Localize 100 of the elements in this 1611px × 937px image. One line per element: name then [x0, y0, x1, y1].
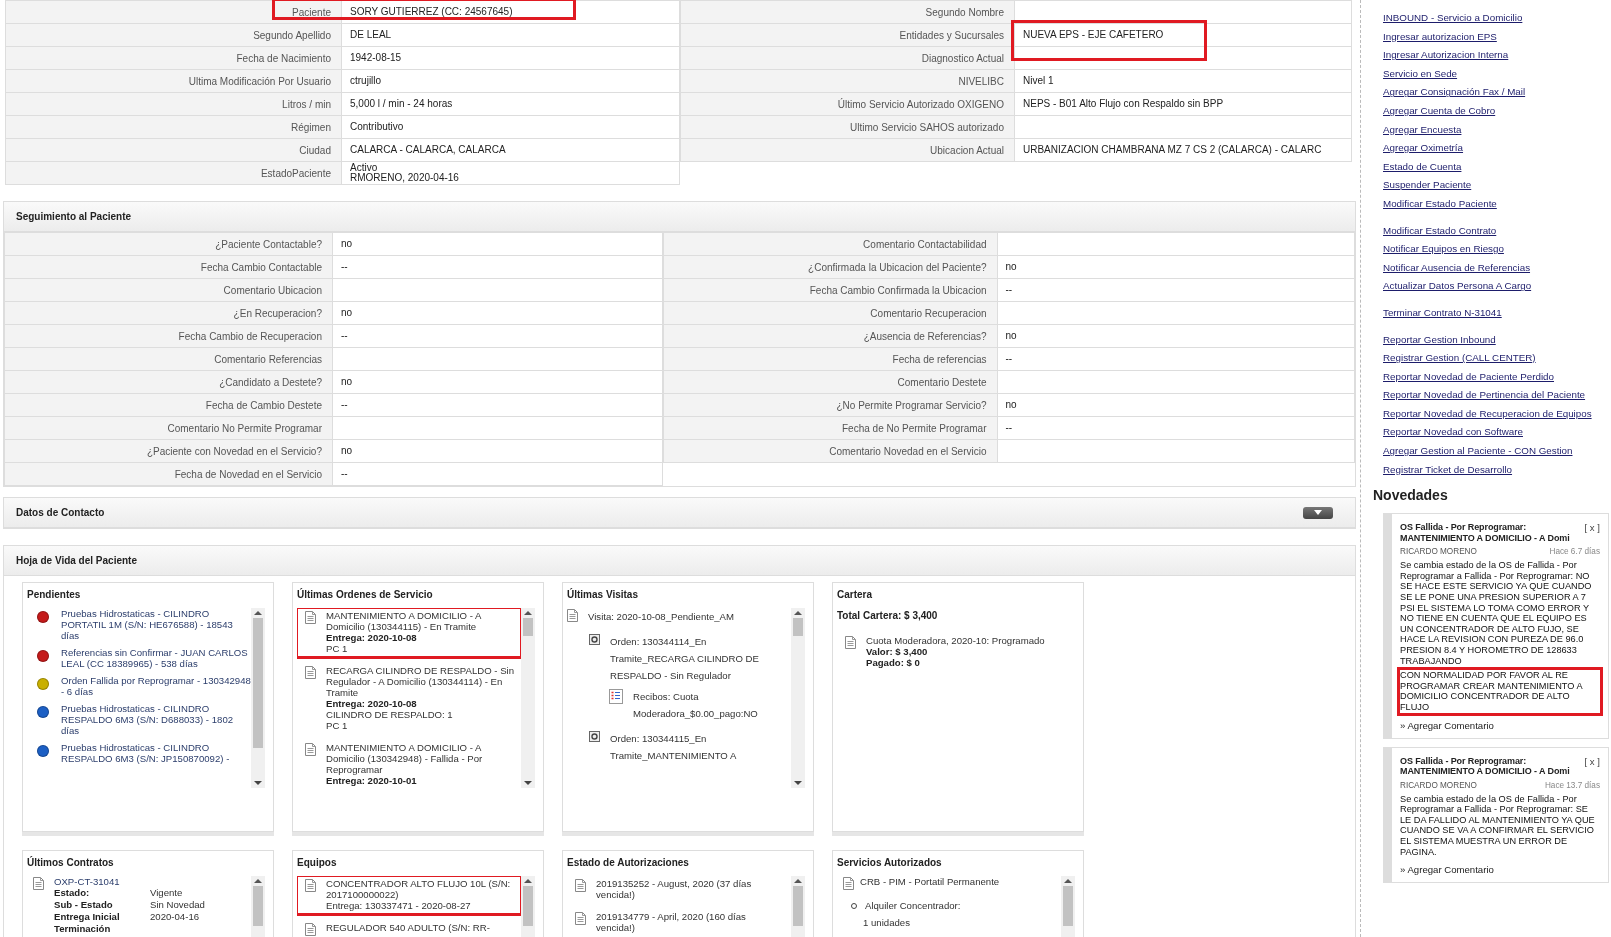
action-link[interactable]: INBOUND - Servicio a Domicilio — [1383, 9, 1523, 28]
item-text[interactable]: Entrega: 2020-10-01 — [326, 775, 517, 786]
field-label: Comentario Destete — [662, 371, 998, 393]
item-text[interactable]: Entrega: 130337471 - 2020-08-27 — [326, 900, 517, 911]
panel-title: Últimos Contratos — [27, 857, 115, 868]
action-link[interactable]: Notificar Ausencia de Referencias — [1383, 258, 1531, 278]
item-text[interactable]: Cuota Moderadora, 2020-10: Programado — [866, 635, 1045, 646]
action-link[interactable]: Agregar Consignación Fax / Mail — [1383, 83, 1526, 102]
field-label: Ubicacion Actual — [680, 139, 1015, 161]
action-link[interactable]: Registrar Gestion (CALL CENTER) — [1383, 349, 1536, 368]
pending-text[interactable]: Referencias sin Confirmar - JUAN CARLOS LEAL (CC 18389965) - 538 días — [61, 647, 251, 669]
contract-code[interactable]: OXP-CT-31041 — [54, 876, 205, 887]
action-link[interactable]: Ingresar Autorizacion Interna — [1383, 46, 1509, 65]
item-text[interactable]: Pagado: $ 0 — [866, 657, 1045, 668]
document-icon — [575, 879, 586, 892]
scroll-thumb[interactable] — [523, 618, 533, 636]
action-link[interactable]: Reportar Novedad de Paciente Perdido — [1383, 367, 1554, 387]
item-text[interactable]: Entrega: 2020-10-08 — [326, 698, 517, 709]
field-label: EstadoPaciente — [5, 162, 342, 184]
scrollbar[interactable] — [791, 876, 805, 937]
field-value: Nivel 1 — [1015, 70, 1352, 92]
scroll-thumb[interactable] — [793, 886, 803, 926]
scrollbar[interactable] — [521, 876, 535, 937]
scrollbar[interactable] — [791, 608, 805, 788]
action-link[interactable]: Reportar Novedad de Pertinencia del Paciente — [1383, 386, 1586, 405]
action-link[interactable]: Servicio en Sede — [1383, 64, 1458, 84]
news-title: OS Fallida - Por Reprogramar: MANTENIMIENTO A DOMICILIO - A Domi — [1400, 755, 1571, 777]
action-link[interactable]: Ingresar autorizacion EPS — [1383, 27, 1497, 47]
scrollbar[interactable] — [521, 608, 535, 788]
field-value: URBANIZACION CHAMBRANA MZ 7 CS 2 (CALARCA) - CALARC — [1015, 139, 1352, 161]
field-label: NIVELIBC — [680, 70, 1015, 92]
scroll-thumb[interactable] — [793, 618, 803, 636]
item-text[interactable]: PC 1 — [326, 720, 517, 731]
item-text[interactable]: CILINDRO DE RESPALDO: 1 — [326, 709, 517, 720]
panel-title: Pendientes — [27, 589, 82, 600]
order-text[interactable]: Orden: 130344115_En Tramite_MANTENIMIENTO A — [610, 730, 791, 764]
field-label: Fecha de Novedad en el Servicio — [4, 463, 333, 485]
item-text[interactable]: Entrega: 2020-10-08 — [326, 632, 517, 643]
action-link[interactable]: Modificar Estado Paciente — [1383, 194, 1497, 214]
panel-title: Últimas Ordenes de Servicio — [297, 589, 434, 600]
scroll-thumb[interactable] — [523, 886, 533, 926]
action-link[interactable]: Agregar Cuenta de Cobro — [1383, 101, 1496, 121]
action-link[interactable]: Actualizar Datos Persona A Cargo — [1383, 277, 1532, 296]
action-link[interactable]: Terminar Contrato N-31041 — [1383, 303, 1502, 323]
document-icon — [305, 743, 316, 756]
field-label: ¿Paciente Contactable? — [4, 233, 333, 255]
field-label: Fecha de No Permite Programar — [662, 417, 998, 439]
item-text[interactable]: RECARGA CILINDRO DE RESPALDO - Sin Regulador - A Domicilio (130344114) - En Tramite — [326, 665, 517, 698]
action-link[interactable]: Suspender Paciente — [1383, 176, 1472, 195]
add-comment-link[interactable]: » Agregar Comentario — [1400, 864, 1600, 876]
action-link[interactable]: Estado de Cuenta — [1383, 157, 1462, 177]
pending-text[interactable]: Pruebas Hidrostaticas - CILINDRO RESPALDO 6M3 (S/N: JP150870092) - — [61, 742, 251, 764]
field-label: Estado: — [54, 887, 91, 898]
action-link[interactable]: Agregar Encuesta — [1383, 120, 1462, 140]
field-value: no — [333, 302, 663, 324]
close-link[interactable]: [ x ] — [1584, 522, 1600, 544]
service-text[interactable]: CRB - PIM - Portatil Permanente — [860, 876, 1000, 890]
field-value: no — [333, 371, 663, 393]
item-text[interactable]: Valor: $ 3,400 — [866, 646, 1045, 657]
field-value: no — [333, 440, 663, 462]
document-icon — [575, 912, 586, 925]
item-text[interactable]: 2019135252 - August, 2020 (37 días vencida!) — [596, 878, 787, 900]
section-title: Seguimiento al Paciente — [16, 211, 132, 222]
field-label: Fecha Cambio Contactable — [4, 256, 333, 278]
order-text[interactable]: Orden: 130344114_En Tramite_RECARGA CILINDRO DE RESPALDO - Sin Regulador — [610, 633, 791, 684]
scrollbar[interactable] — [1061, 876, 1075, 937]
field-label: Ultima Modificación Por Usuario — [5, 70, 342, 92]
action-link[interactable]: Modificar Estado Contrato — [1383, 221, 1497, 241]
scroll-thumb[interactable] — [253, 618, 263, 748]
scrollbar[interactable] — [251, 876, 265, 937]
item-text[interactable]: CONCENTRADOR ALTO FLUJO 10L (S/N: 2017100000022) — [326, 878, 517, 900]
field-value: -- — [333, 256, 663, 278]
expand-button[interactable] — [1303, 506, 1333, 519]
item-text[interactable]: 2019134779 - April, 2020 (160 días vencida!) — [596, 911, 787, 933]
visit-text[interactable]: Visita: 2020-10-08_Pendiente_AM — [588, 608, 734, 625]
action-link[interactable]: Notificar Equipos en Riesgo — [1383, 240, 1504, 259]
item-text[interactable]: REGULADOR 540 ADULTO (S/N: RR- — [326, 922, 490, 933]
novedades-heading: Novedades — [1373, 487, 1449, 504]
action-link[interactable]: Reportar Novedad de Recuperacion de Equipos — [1383, 404, 1592, 424]
receipt-text[interactable]: Recibos: Cuota Moderadora_$0.00_pago:NO — [633, 688, 791, 722]
scroll-thumb[interactable] — [1063, 886, 1073, 926]
item-text[interactable]: PC 1 — [326, 643, 517, 654]
action-link[interactable]: Agregar Oximetría — [1383, 139, 1464, 158]
item-text[interactable]: MANTENIMIENTO A DOMICILIO - A Domicilio (130342948) - Fallida - Por Reprogramar — [326, 742, 517, 775]
action-link[interactable]: Reportar Novedad con Software — [1383, 423, 1523, 443]
close-link[interactable]: [ x ] — [1584, 755, 1600, 777]
field-value: -- — [333, 325, 663, 347]
scrollbar[interactable] — [251, 608, 265, 788]
action-link[interactable]: Registrar Ticket de Desarrollo — [1383, 460, 1513, 480]
action-link[interactable]: Reportar Gestion Inbound — [1383, 330, 1496, 350]
field-label: Litros / min — [5, 93, 342, 115]
scroll-thumb[interactable] — [253, 886, 263, 926]
pending-text[interactable]: Pruebas Hidrostaticas - CILINDRO RESPALDO 6M3 (S/N: D688033) - 1802 días — [61, 703, 251, 736]
field-label: Comentario Ubicacion — [4, 279, 333, 301]
add-comment-link[interactable]: » Agregar Comentario — [1400, 719, 1600, 731]
item-text[interactable]: MANTENIMIENTO A DOMICILIO - A Domicilio (130344115) - En Tramite — [326, 610, 517, 632]
pending-text[interactable]: Pruebas Hidrostaticas - CILINDRO PORTATIL 1M (S/N: HE676588) - 18543 días — [61, 608, 251, 641]
news-text: Se cambia estado de la OS de Fallida - Por Reprogramar a Fallida - Por Reprogramar: SE LE DA FALLIDO AL MANTENIMIENTO YA QUE CUANDO SE VA A CONFIRMAR EL SERVICIO EL SISTEMA MUESTRA UN ERROR DE PAGINA. — [1400, 793, 1596, 858]
pending-text[interactable]: Orden Fallida por Reprogramar - 130342948 - 6 días — [61, 675, 251, 697]
action-link[interactable]: Agregar Gestion al Paciente - CON Gestion — [1383, 442, 1573, 461]
